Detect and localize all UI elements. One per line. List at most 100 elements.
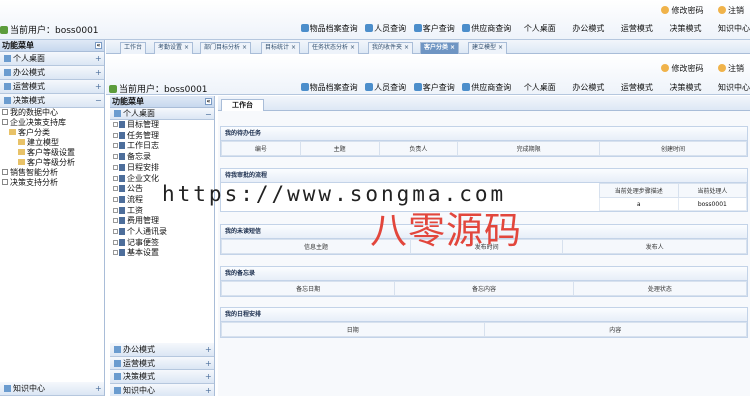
inner-nav-supplier[interactable]: 供应商查询 xyxy=(462,83,511,92)
tree-item-build-model[interactable]: 建立模型 xyxy=(2,138,104,148)
expand-icon[interactable]: + xyxy=(95,385,102,393)
inner-section-office[interactable]: 办公模式 + xyxy=(110,343,214,357)
inner-nav-office[interactable]: 办公模式 xyxy=(572,83,604,92)
inner-item-goals[interactable]: 目标管理 xyxy=(113,120,214,131)
tab-workbench-inner[interactable]: 工作台 xyxy=(221,99,264,111)
nav-item-knowledge[interactable]: 知识中心 xyxy=(718,24,750,33)
inner-nav-knowledge[interactable]: 知识中心 xyxy=(718,83,750,92)
col-header[interactable]: 完成期限 xyxy=(457,141,600,156)
close-icon[interactable]: × xyxy=(498,44,503,51)
expand-icon[interactable]: + xyxy=(95,69,102,77)
inner-change-password-link[interactable]: 修改密码 xyxy=(661,64,703,73)
tab-dept-goal[interactable]: 部门目标分析 × xyxy=(200,42,252,54)
tree-item-customer-class[interactable]: 客户分类 xyxy=(2,128,104,138)
tab-customer-class[interactable]: 客户分类 × xyxy=(420,42,460,54)
expand-icon[interactable]: + xyxy=(205,386,212,394)
tab-workbench[interactable]: 工作台 xyxy=(120,42,147,54)
inner-item-memo[interactable]: 备忘录 xyxy=(113,152,214,163)
inner-nav-operation[interactable]: 运营模式 xyxy=(621,83,653,92)
inner-section-personal-desktop[interactable]: 个人桌面 − xyxy=(110,108,214,120)
nav-item-people[interactable]: 人员查询 xyxy=(365,24,406,33)
inner-top-nav: 物品档案查询 人员查询 客户查询 供应商查询 个人桌面 办公模式 运营模式 决策… xyxy=(296,82,750,93)
inner-nav-desktop[interactable]: 个人桌面 xyxy=(524,83,556,92)
inner-item-salary[interactable]: 工资 xyxy=(113,206,214,217)
col-header[interactable]: 发布人 xyxy=(562,239,747,254)
expander-icon xyxy=(113,164,118,170)
collapse-icon[interactable]: « xyxy=(95,42,102,49)
collapse-section-icon[interactable]: − xyxy=(95,97,102,105)
expand-icon[interactable]: + xyxy=(205,346,212,354)
change-password-link[interactable]: 修改密码 xyxy=(661,6,703,15)
col-header[interactable]: 日期 xyxy=(221,322,485,337)
tree-item-decision-analysis[interactable]: 决策支持分析 xyxy=(2,178,104,188)
section-decision-mode[interactable]: 决策模式 − xyxy=(0,94,104,108)
col-header[interactable]: 备忘日期 xyxy=(220,281,396,296)
tab-inbox[interactable]: 我的收件夹 × xyxy=(368,42,414,54)
section-title: 我的备忘录 xyxy=(221,267,747,281)
inner-nav-people[interactable]: 人员查询 xyxy=(365,83,406,92)
col-header[interactable]: 备忘内容 xyxy=(394,281,574,296)
section-operation-mode[interactable]: 运营模式 + xyxy=(0,80,104,94)
inner-item-settings[interactable]: 基本设置 xyxy=(113,248,214,259)
col-header[interactable]: 编号 xyxy=(221,141,301,156)
section-office-mode[interactable]: 办公模式 + xyxy=(0,66,104,80)
col-header[interactable]: 负责人 xyxy=(378,141,459,156)
expand-icon[interactable]: + xyxy=(95,83,102,91)
close-icon[interactable]: × xyxy=(404,44,409,51)
close-icon[interactable]: × xyxy=(242,44,247,51)
expand-icon[interactable]: + xyxy=(205,373,212,381)
inner-item-tasks[interactable]: 任务管理 xyxy=(113,131,214,142)
close-icon[interactable]: × xyxy=(350,44,355,51)
expand-icon[interactable]: + xyxy=(95,55,102,63)
close-icon[interactable]: × xyxy=(184,44,189,51)
tree-item-data-center[interactable]: 我的数据中心 xyxy=(2,108,104,118)
watermark-text: 八零源码 xyxy=(370,209,522,252)
section-knowledge-center[interactable]: 知识中心 + xyxy=(0,382,104,396)
close-icon[interactable]: × xyxy=(291,44,296,51)
inner-item-contacts[interactable]: 个人通讯录 xyxy=(113,227,214,238)
collapse-section-icon[interactable]: − xyxy=(205,111,212,119)
section-personal-desktop[interactable]: 个人桌面 + xyxy=(0,52,104,66)
collapse-icon[interactable]: « xyxy=(205,98,212,105)
nav-item-desktop[interactable]: 个人桌面 xyxy=(524,24,556,33)
tab-attendance[interactable]: 考勤设置 × xyxy=(154,42,194,54)
nav-item-goods[interactable]: 物品档案查询 xyxy=(300,24,358,33)
col-header[interactable]: 内容 xyxy=(483,322,747,337)
inner-nav-customer[interactable]: 客户查询 xyxy=(413,83,455,92)
tree-item-sales-analysis[interactable]: 销售智能分析 xyxy=(2,168,104,178)
col-header[interactable]: 创建时间 xyxy=(599,141,747,156)
col-header[interactable]: 处理状态 xyxy=(572,281,748,296)
col-header[interactable]: 当前处理步骤描述 xyxy=(598,183,679,198)
top-links: 修改密码 注销 xyxy=(649,5,744,16)
nav-item-decision[interactable]: 决策模式 xyxy=(669,24,701,33)
tree-item-level-analysis[interactable]: 客户等级分析 xyxy=(2,158,104,168)
tab-task-status[interactable]: 任务状态分析 × xyxy=(308,42,360,54)
tab-build-model[interactable]: 建立模型 × xyxy=(468,42,508,54)
nav-item-customer[interactable]: 客户查询 xyxy=(413,24,455,33)
people-icon xyxy=(365,24,374,32)
inner-nav-decision[interactable]: 决策模式 xyxy=(669,83,701,92)
inner-section-operation[interactable]: 运营模式 + xyxy=(110,356,214,370)
col-header[interactable]: 当前处理人 xyxy=(677,183,748,198)
nav-item-supplier[interactable]: 供应商查询 xyxy=(462,24,511,33)
logout-icon xyxy=(718,6,726,14)
inner-item-notes[interactable]: 记事便签 xyxy=(113,238,214,249)
tree-item-level-settings[interactable]: 客户等级设置 xyxy=(2,148,104,158)
inner-item-schedule[interactable]: 日程安排 xyxy=(113,163,214,174)
logout-link[interactable]: 注销 xyxy=(718,6,744,15)
close-icon[interactable]: × xyxy=(450,44,455,51)
tab-goal-stats[interactable]: 目标统计 × xyxy=(261,42,301,54)
col-header[interactable]: 主题 xyxy=(299,141,380,156)
inner-section-knowledge[interactable]: 知识中心 + xyxy=(110,383,214,396)
inner-logout-link[interactable]: 注销 xyxy=(718,64,744,73)
inner-item-expense[interactable]: 费用管理 xyxy=(113,216,214,227)
inner-section-decision[interactable]: 决策模式 + xyxy=(110,370,214,384)
user-label: 当前用户： xyxy=(10,26,56,36)
expand-icon[interactable]: + xyxy=(205,359,212,367)
expander-icon xyxy=(113,250,118,256)
inner-item-worklog[interactable]: 工作日志 xyxy=(113,141,214,152)
nav-item-operation[interactable]: 运营模式 xyxy=(621,24,653,33)
inner-nav-goods[interactable]: 物品档案查询 xyxy=(300,83,358,92)
nav-item-office[interactable]: 办公模式 xyxy=(572,24,604,33)
tree-item-decision-library[interactable]: 企业决策支持库 xyxy=(2,118,104,128)
